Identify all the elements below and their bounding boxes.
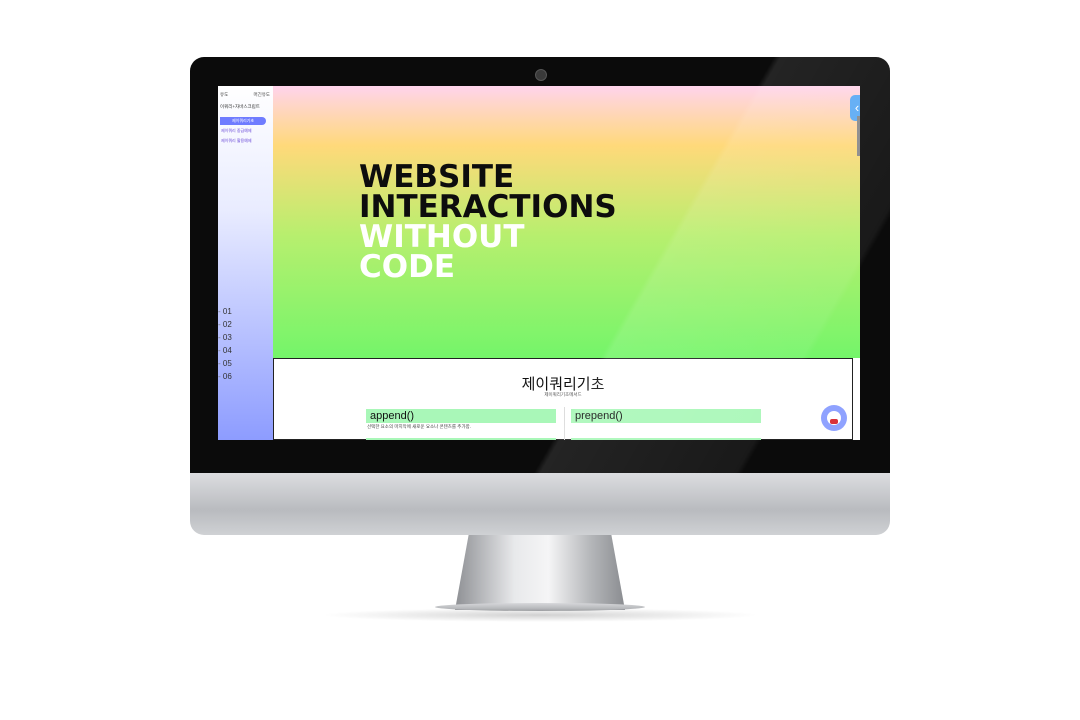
- section-nav-05[interactable]: 05: [218, 359, 232, 368]
- method-card-append[interactable]: append(): [366, 409, 556, 423]
- sidebar-top-right[interactable]: 머긴유도: [253, 92, 270, 98]
- monitor-shadow: [320, 608, 760, 622]
- monitor: 유도 머긴유도 이쿼리+자바스크립트 제이쿼리기초 제이쿼리 중급예제 제이쿼리…: [190, 57, 890, 535]
- sidebar-item-intermediate[interactable]: 제이쿼리 중급예제: [221, 128, 252, 134]
- character-icon: [827, 411, 841, 425]
- sidebar-subtitle: 이쿼리+자바스크립트: [220, 104, 260, 109]
- section-nav-01[interactable]: 01: [218, 307, 232, 316]
- section-nav-06[interactable]: 06: [218, 372, 232, 381]
- column-divider: [564, 407, 565, 440]
- section-nav-03[interactable]: 03: [218, 333, 232, 342]
- sidebar-item-active[interactable]: 제이쿼리기초: [220, 117, 266, 125]
- section-nav-02[interactable]: 02: [218, 320, 232, 329]
- browser-screen: 유도 머긴유도 이쿼리+자바스크립트 제이쿼리기초 제이쿼리 중급예제 제이쿼리…: [218, 86, 860, 440]
- hero-section: WEBSITE INTERACTIONS WITHOUT CODE ‹: [273, 86, 860, 358]
- sidebar-header: 유도 머긴유도: [220, 92, 270, 98]
- avatar[interactable]: [821, 405, 847, 431]
- chevron-left-icon: ‹: [854, 100, 860, 115]
- sidebar-top-left[interactable]: 유도: [220, 92, 228, 98]
- hero-heading-line4: CODE: [359, 249, 456, 285]
- method-card-next[interactable]: [366, 438, 556, 440]
- method-card-prepend[interactable]: prepend(): [571, 409, 761, 423]
- scrollbar[interactable]: [857, 116, 860, 156]
- monitor-bezel: 유도 머긴유도 이쿼리+자바스크립트 제이쿼리기초 제이쿼리 중급예제 제이쿼리…: [190, 57, 890, 473]
- sidebar: 유도 머긴유도 이쿼리+자바스크립트 제이쿼리기초 제이쿼리 중급예제 제이쿼리…: [218, 86, 273, 440]
- section-subtitle: 제이쿼리기초메서드: [544, 392, 582, 397]
- method-card-append-desc: 선택한 요소의 마지막에 새로운 요소나 콘텐츠를 추가함.: [367, 424, 471, 429]
- content-section: 제이쿼리기초 제이쿼리기초메서드 append() 선택한 요소의 마지막에 새…: [273, 358, 853, 440]
- monitor-chin: [190, 473, 890, 535]
- monitor-stand: [455, 535, 625, 610]
- section-nav-04[interactable]: 04: [218, 346, 232, 355]
- method-card-next-right[interactable]: [571, 438, 761, 440]
- section-title: 제이쿼리기초: [521, 376, 605, 393]
- sidebar-item-advanced[interactable]: 제이쿼리 활용예제: [221, 138, 252, 144]
- camera-icon: [535, 69, 547, 81]
